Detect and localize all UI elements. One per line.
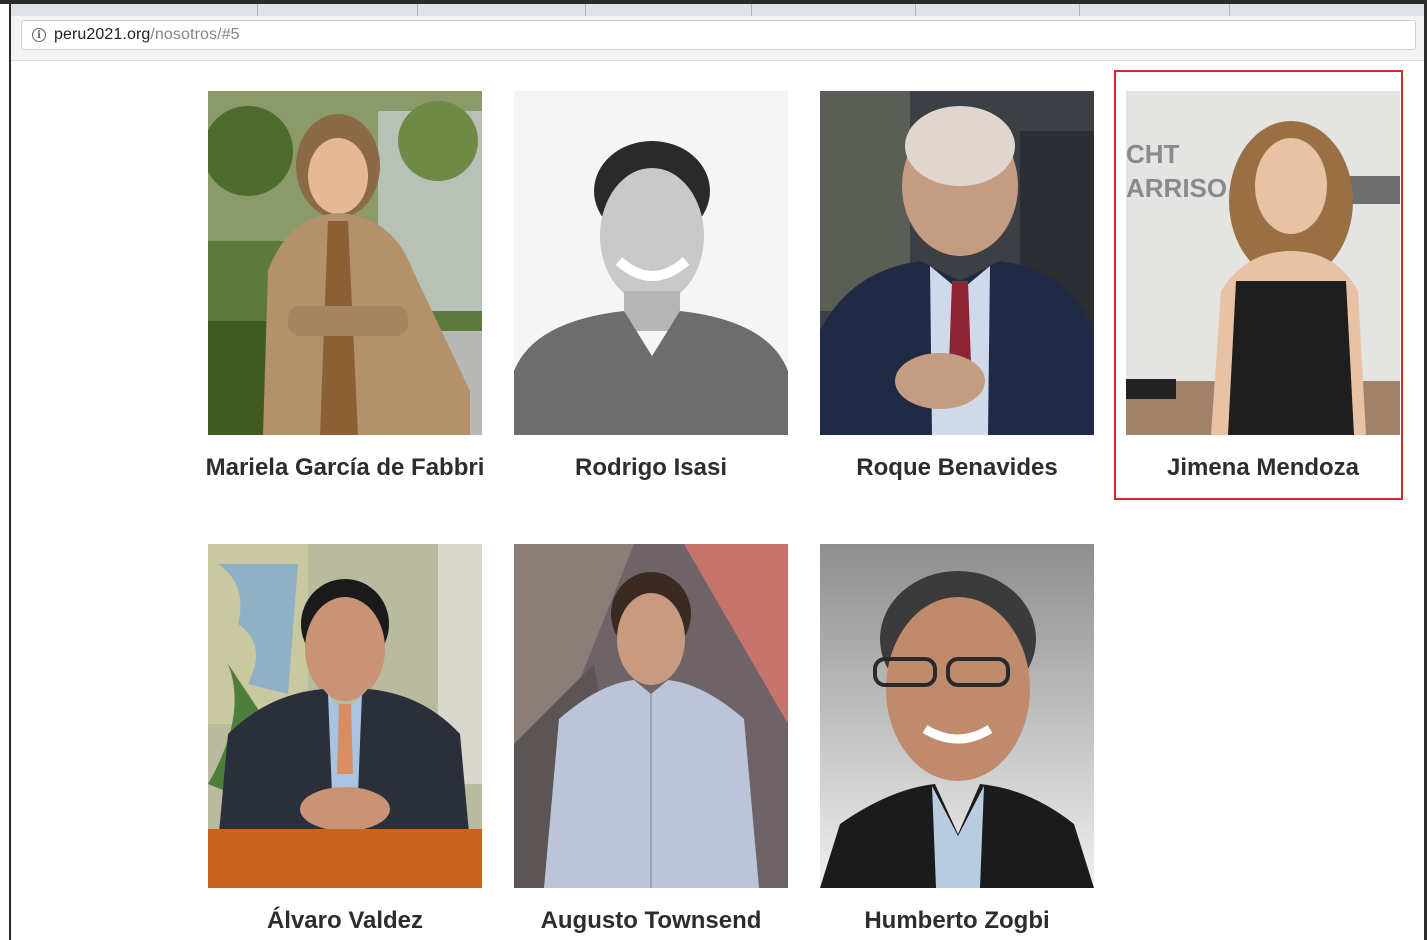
url-host: peru2021.org (54, 26, 151, 43)
member-photo[interactable] (208, 544, 482, 888)
member-name[interactable]: Mariela García de Fabbri (188, 453, 502, 483)
browser-tab[interactable] (257, 4, 418, 16)
window-frame-left (9, 0, 11, 940)
address-bar[interactable]: i peru2021.org/nosotros/#5 (21, 20, 1416, 50)
info-circle-icon[interactable]: i (32, 28, 46, 42)
browser-tab[interactable] (1079, 4, 1230, 16)
url-path: /nosotros/#5 (150, 26, 240, 43)
url-text[interactable]: peru2021.org/nosotros/#5 (54, 26, 240, 44)
member-photo[interactable] (820, 91, 1094, 435)
member-photo[interactable] (820, 544, 1094, 888)
member-name[interactable]: Roque Benavides (800, 453, 1114, 483)
member-name[interactable]: Augusto Townsend (494, 906, 808, 936)
browser-tab[interactable] (751, 4, 916, 16)
highlight-box (1114, 70, 1403, 500)
browser-tab[interactable] (915, 4, 1080, 16)
member-name[interactable]: Álvaro Valdez (188, 906, 502, 936)
browser-tab[interactable] (89, 4, 258, 16)
member-name[interactable]: Humberto Zogbi (800, 906, 1114, 936)
member-photo[interactable] (208, 91, 482, 435)
browser-toolbar: i peru2021.org/nosotros/#5 (11, 4, 1424, 61)
member-photo[interactable] (514, 544, 788, 888)
member-photo[interactable] (514, 91, 788, 435)
browser-tab[interactable] (417, 4, 586, 16)
tab-strip (11, 4, 1424, 16)
browser-tab[interactable] (585, 4, 752, 16)
member-name[interactable]: Rodrigo Isasi (494, 453, 808, 483)
